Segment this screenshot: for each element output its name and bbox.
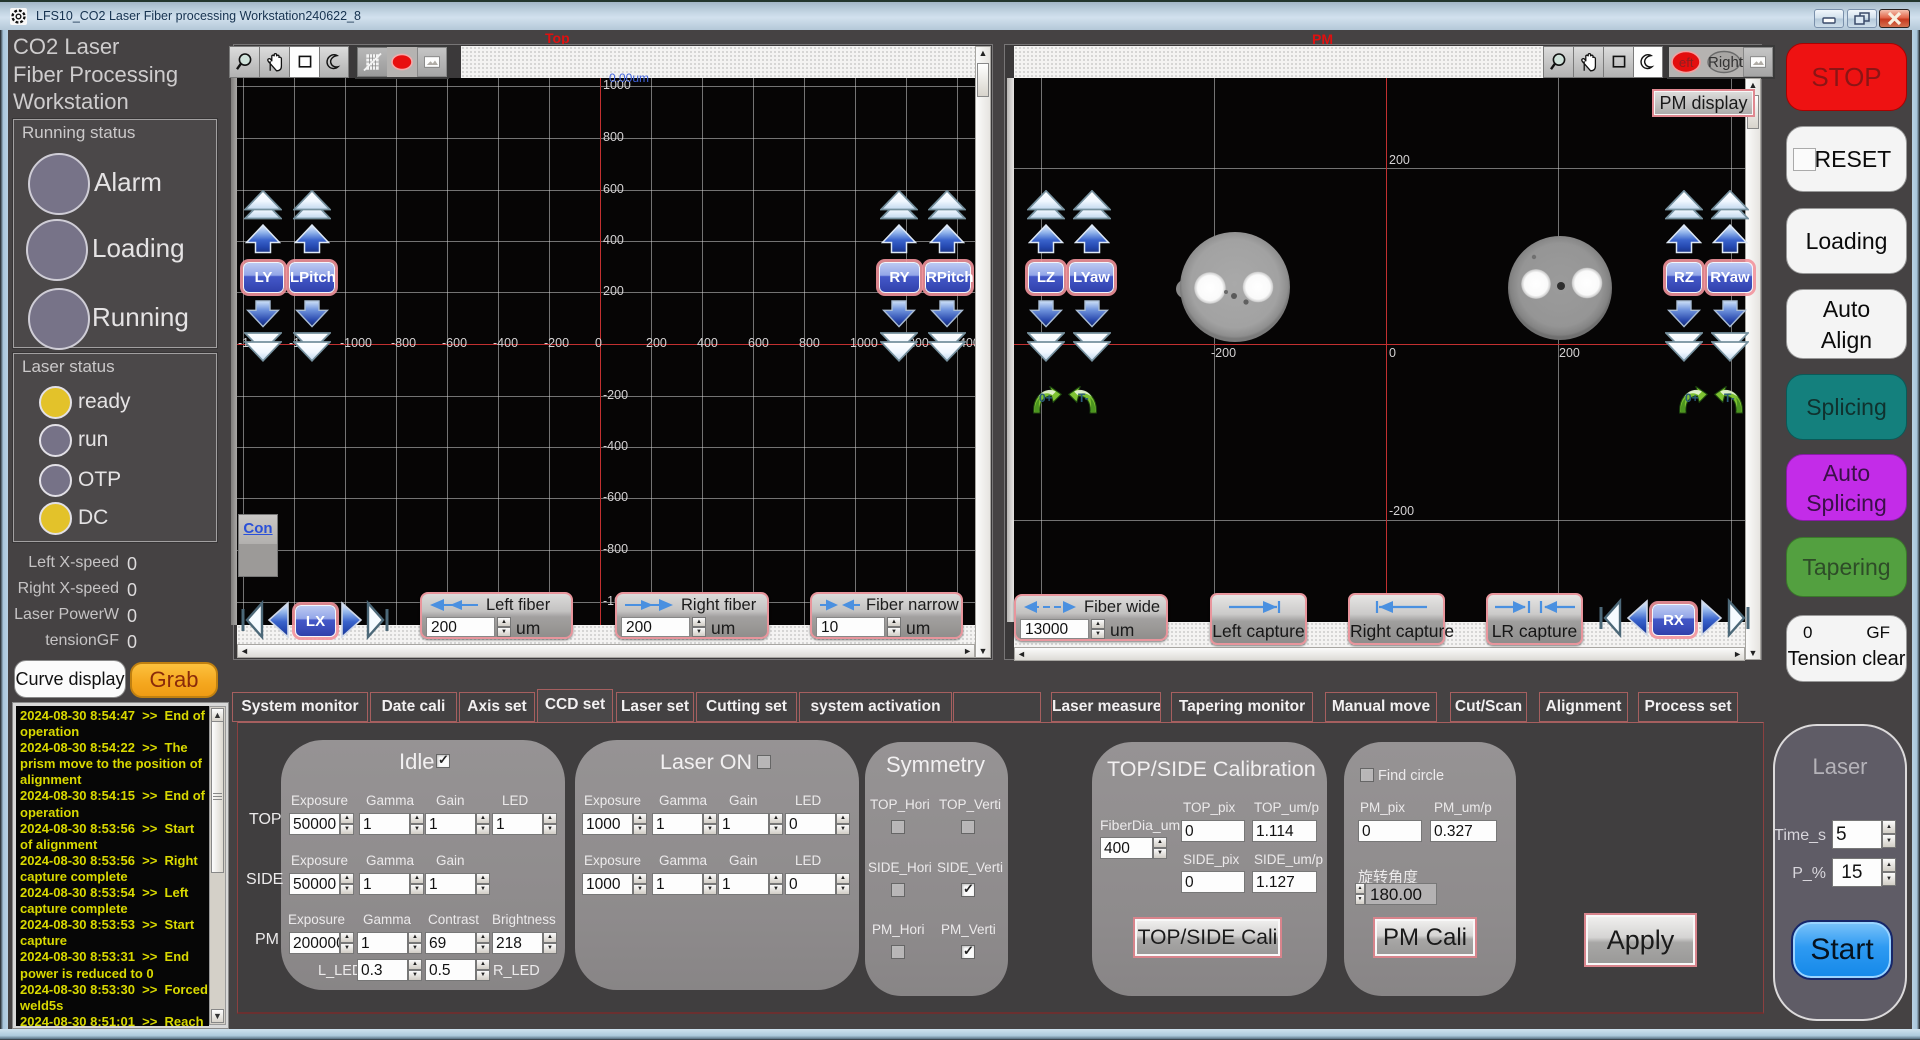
svg-text:Right: Right	[1708, 54, 1743, 71]
svg-text:eft: eft	[1679, 55, 1694, 70]
